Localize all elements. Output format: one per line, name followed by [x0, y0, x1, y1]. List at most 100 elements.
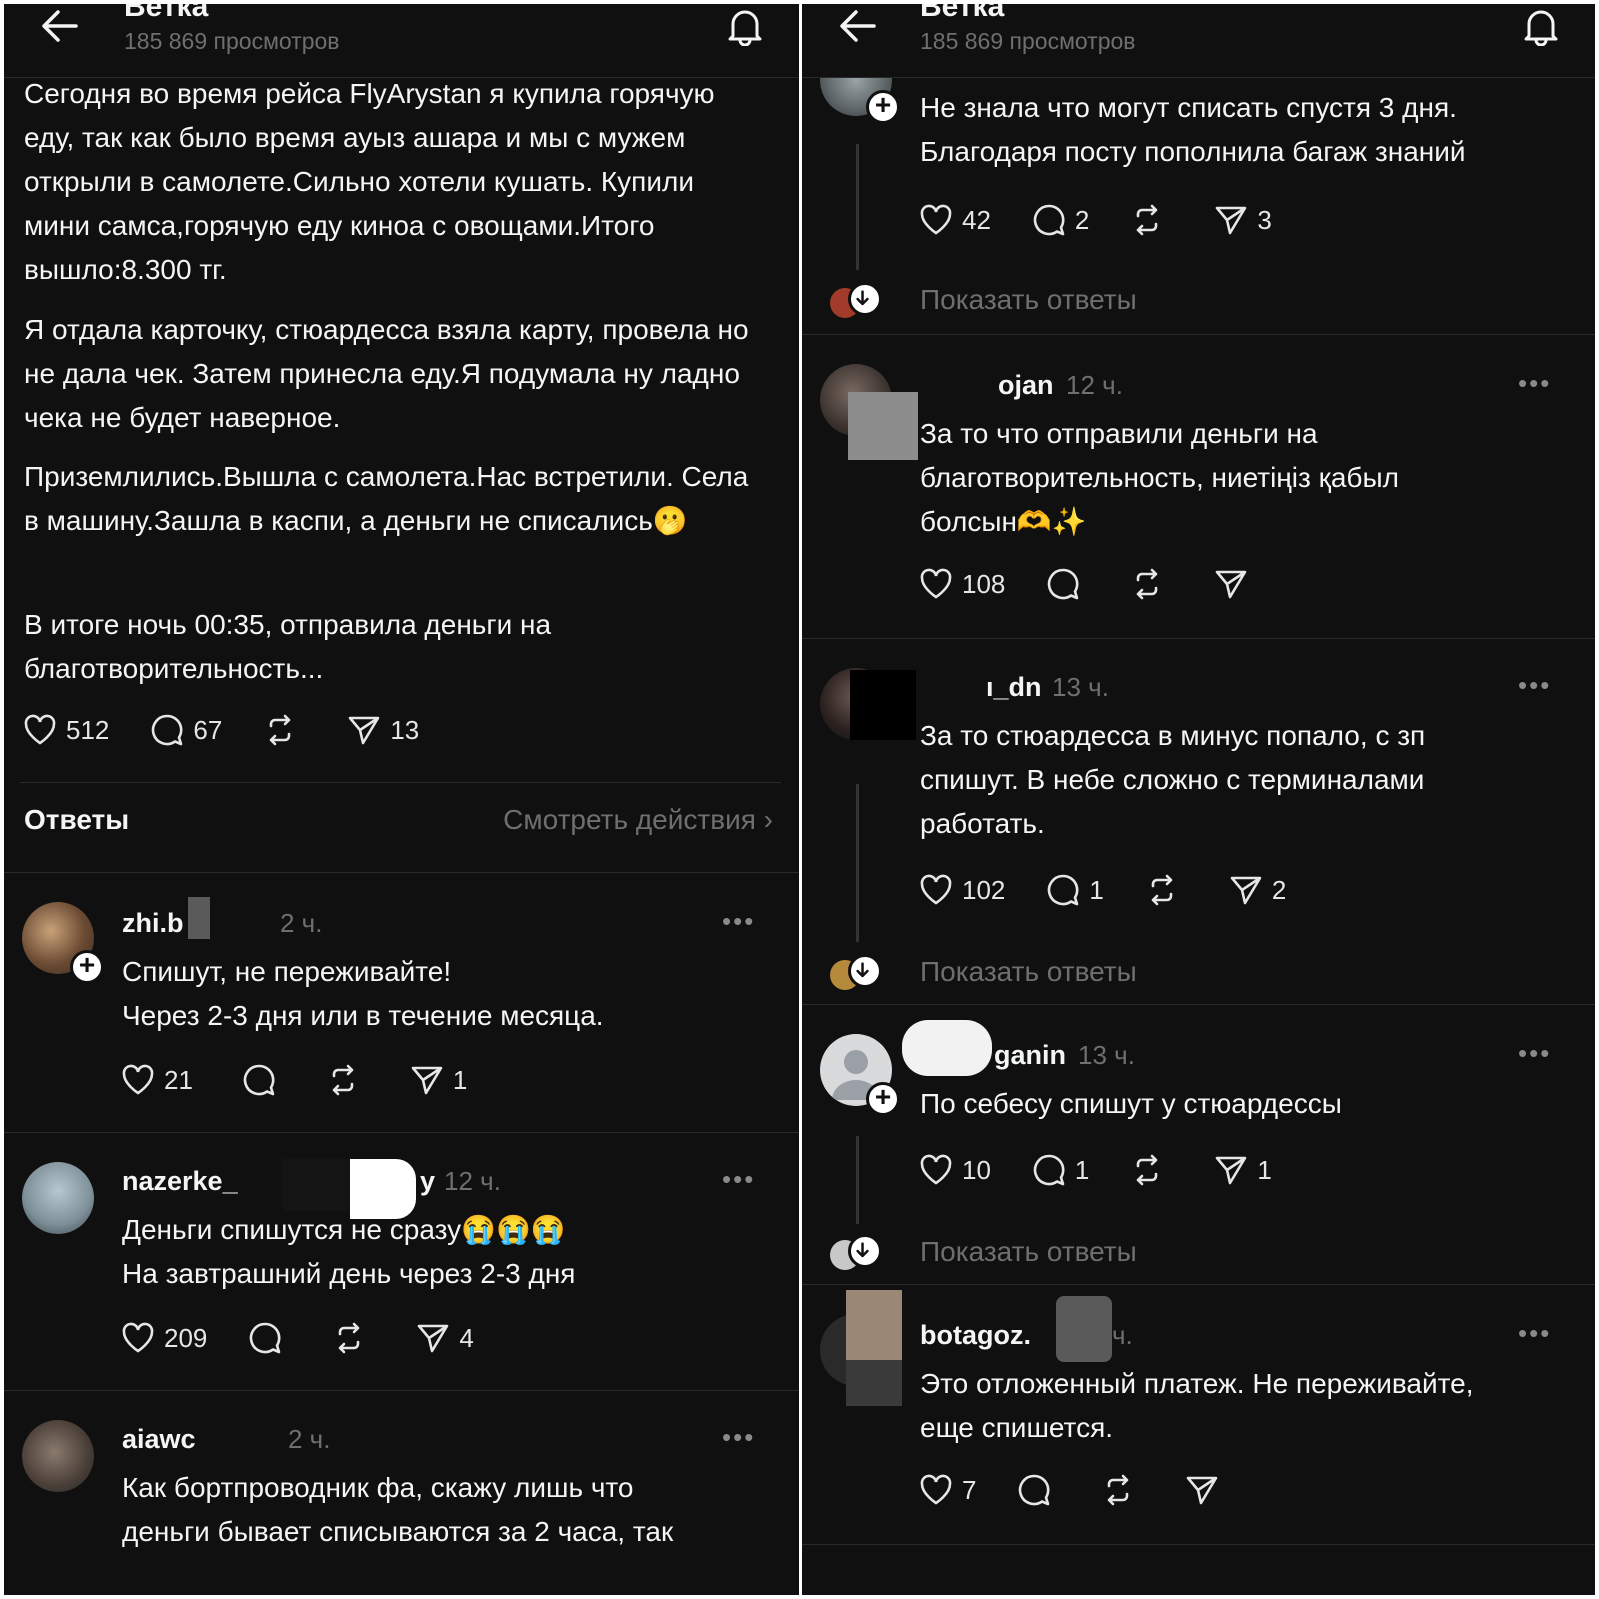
- more-icon[interactable]: •••: [1518, 368, 1551, 399]
- like-count: 512: [66, 714, 110, 745]
- timestamp: 12 ч.: [1066, 370, 1123, 400]
- repost-button[interactable]: [1129, 202, 1173, 238]
- more-icon[interactable]: •••: [1518, 670, 1551, 701]
- comment-button[interactable]: 67: [149, 712, 222, 748]
- repost-button[interactable]: [1129, 566, 1173, 602]
- like-button[interactable]: 21: [120, 1062, 193, 1098]
- reply-line-2: Благодаря посту пополнила багаж знаний: [920, 136, 1466, 167]
- arrow-down-icon: [848, 282, 882, 316]
- heart-icon: [920, 1474, 952, 1505]
- share-button[interactable]: 4: [415, 1320, 474, 1356]
- more-icon[interactable]: •••: [1518, 1318, 1551, 1349]
- comment-icon: [243, 1064, 275, 1096]
- share-count: 4: [459, 1322, 474, 1353]
- show-replies-link[interactable]: Показать ответы: [920, 284, 1137, 316]
- reply-line-3: работать.: [920, 808, 1045, 839]
- username[interactable]: botagoz.: [920, 1320, 1031, 1351]
- back-arrow-icon[interactable]: [40, 8, 80, 44]
- more-icon[interactable]: •••: [722, 1164, 755, 1195]
- comment-button[interactable]: [1045, 566, 1089, 602]
- comment-button[interactable]: [1016, 1472, 1060, 1508]
- repost-button[interactable]: [1129, 1152, 1173, 1188]
- more-icon[interactable]: •••: [722, 906, 755, 937]
- reply-line-2: еще спишется.: [920, 1412, 1114, 1443]
- more-icon[interactable]: •••: [722, 1422, 755, 1453]
- reply-line-1: Деньги спишутся не сразу😭😭😭: [122, 1214, 566, 1245]
- comment-button[interactable]: 1: [1031, 1152, 1089, 1188]
- show-replies-link[interactable]: Показать ответы: [920, 1236, 1137, 1268]
- username[interactable]: nazerke_: [122, 1166, 238, 1197]
- post-paragraph-2: Я отдала карточку, стюардесса взяла карт…: [24, 314, 749, 433]
- like-button[interactable]: 209: [120, 1320, 207, 1356]
- username[interactable]: ojan: [998, 370, 1054, 401]
- comment-icon: [1019, 1474, 1050, 1506]
- repost-button[interactable]: [1144, 872, 1188, 908]
- username[interactable]: ı_dn: [986, 672, 1042, 703]
- timestamp: 12 ч.: [444, 1166, 501, 1196]
- post-paragraph-3: Приземлились.Вышла с самолета.Нас встрет…: [24, 461, 749, 536]
- view-activity-link[interactable]: Смотреть действия ›: [503, 804, 773, 836]
- plus-icon[interactable]: +: [70, 950, 104, 984]
- like-button[interactable]: 10: [918, 1152, 991, 1188]
- username[interactable]: ganin: [994, 1040, 1066, 1071]
- like-button[interactable]: 42: [918, 202, 991, 238]
- send-icon: [1216, 1156, 1247, 1185]
- redaction: [848, 392, 918, 460]
- divider: [802, 638, 1595, 639]
- share-count: 3: [1257, 204, 1272, 235]
- repost-button[interactable]: [262, 712, 306, 748]
- share-button[interactable]: [1213, 566, 1257, 602]
- share-button[interactable]: 3: [1213, 202, 1272, 238]
- comment-icon: [1048, 568, 1079, 600]
- redaction: [1056, 1296, 1112, 1362]
- share-button[interactable]: 2: [1228, 872, 1286, 908]
- post-paragraph-1: Сегодня во время рейса FlyArystan я купи…: [24, 78, 715, 285]
- comment-button[interactable]: [247, 1320, 291, 1356]
- repost-button[interactable]: [331, 1320, 375, 1356]
- repost-icon: [1137, 1154, 1158, 1186]
- comment-count: 67: [193, 714, 223, 745]
- plus-icon[interactable]: +: [866, 1082, 900, 1116]
- timestamp: 2 ч.: [288, 1424, 331, 1454]
- comment-button[interactable]: [241, 1062, 285, 1098]
- top-bar: Ветка 185 869 просмотров: [802, 4, 1595, 78]
- like-button[interactable]: 108: [918, 566, 1005, 602]
- username[interactable]: zhi.b: [122, 908, 184, 939]
- send-icon: [1187, 1476, 1218, 1505]
- send-icon: [349, 716, 380, 745]
- reply-line-1: Как бортпроводник фа, скажу лишь что: [122, 1472, 634, 1503]
- comment-count: 1: [1089, 874, 1104, 905]
- bell-icon[interactable]: [723, 6, 767, 46]
- views-count: 185 869 просмотров: [920, 28, 1136, 54]
- plus-icon[interactable]: +: [866, 90, 900, 124]
- like-count: 21: [164, 1064, 193, 1095]
- views-count: 185 869 просмотров: [124, 28, 340, 54]
- divider: [802, 1544, 1595, 1545]
- reply-line-1: Спишут, не переживайте!: [122, 956, 452, 987]
- arrow-down-icon: [848, 1234, 882, 1268]
- comment-button[interactable]: 2: [1031, 202, 1089, 238]
- share-button[interactable]: 1: [409, 1062, 467, 1098]
- repost-button[interactable]: [1100, 1472, 1144, 1508]
- bell-icon[interactable]: [1519, 6, 1563, 46]
- reply-line-2: спишут. В небе сложно с терминалами: [920, 764, 1425, 795]
- replies-title: Ответы: [24, 804, 130, 835]
- comment-button[interactable]: 1: [1045, 872, 1104, 908]
- divider: [802, 1284, 1595, 1285]
- share-button[interactable]: 1: [1213, 1152, 1272, 1188]
- share-button[interactable]: [1184, 1472, 1228, 1508]
- share-button[interactable]: 13: [346, 712, 419, 748]
- like-button[interactable]: 102: [918, 872, 1005, 908]
- username[interactable]: aiawc: [122, 1424, 196, 1455]
- avatar[interactable]: [22, 1420, 94, 1492]
- reply-line-1: По себесу спишут у стюардессы: [920, 1088, 1342, 1119]
- share-count: 2: [1271, 874, 1287, 905]
- show-replies-link[interactable]: Показать ответы: [920, 956, 1137, 988]
- avatar[interactable]: [22, 1162, 94, 1234]
- back-arrow-icon[interactable]: [838, 8, 878, 44]
- more-icon[interactable]: •••: [1518, 1038, 1551, 1069]
- heart-icon: [920, 874, 952, 905]
- repost-button[interactable]: [325, 1062, 369, 1098]
- like-button[interactable]: 512: [22, 712, 109, 748]
- like-button[interactable]: 7: [918, 1472, 976, 1508]
